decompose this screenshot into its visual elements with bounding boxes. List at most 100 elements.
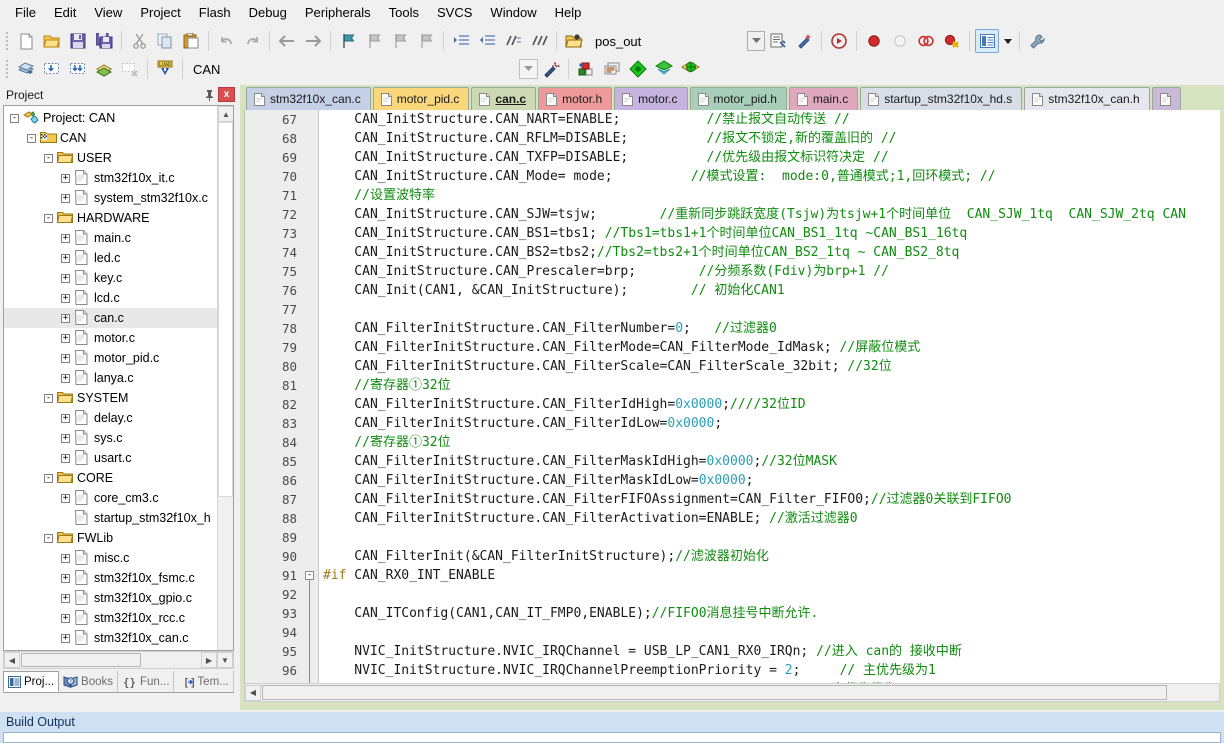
tree-item-lanya-c[interactable]: + lanya.c [4, 368, 218, 388]
target-folder-icon[interactable] [562, 29, 586, 53]
code-editor[interactable]: 67 CAN_InitStructure.CAN_NART=ENABLE; //… [244, 110, 1220, 683]
expand-icon[interactable]: + [61, 413, 70, 423]
download-icon[interactable]: LOAD [153, 57, 177, 81]
code-line[interactable]: 67 CAN_InitStructure.CAN_NART=ENABLE; //… [245, 110, 1220, 129]
tree-item-fwlib[interactable]: - FWLib [4, 528, 218, 548]
tree-item-stm32f10x-fsmc-c[interactable]: + stm32f10x_fsmc.c [4, 568, 218, 588]
editor-tab-motor-c[interactable]: motor.c [614, 87, 688, 110]
scroll-down-icon[interactable]: ▼ [217, 652, 233, 668]
menu-item-window[interactable]: Window [481, 2, 545, 23]
tree-item-startup-stm32f10x-h[interactable]: startup_stm32f10x_h [4, 508, 218, 528]
collapse-icon[interactable]: - [44, 153, 53, 163]
source-browse-dropdown-icon[interactable] [1001, 29, 1014, 53]
bookmark-next-icon[interactable] [388, 29, 412, 53]
tree-item-hardware[interactable]: - HARDWARE [4, 208, 218, 228]
collapse-icon[interactable]: - [44, 473, 53, 483]
pin-icon[interactable] [202, 87, 216, 102]
editor-tab-can-c[interactable]: can.c [471, 87, 537, 110]
collapse-icon[interactable]: - [44, 533, 53, 543]
open-file-icon[interactable] [40, 29, 64, 53]
tree-item-key-c[interactable]: + key.c [4, 268, 218, 288]
code-line[interactable]: 79 CAN_FilterInitStructure.CAN_FilterMod… [245, 338, 1220, 357]
menu-item-peripherals[interactable]: Peripherals [296, 2, 380, 23]
menu-item-svcs[interactable]: SVCS [428, 2, 481, 23]
save-icon[interactable] [66, 29, 90, 53]
expand-icon[interactable]: + [61, 373, 70, 383]
kill-all-breakpoints-icon[interactable] [914, 29, 938, 53]
code-line[interactable]: 71 //设置波特率 [245, 186, 1220, 205]
code-line[interactable]: 78 CAN_FilterInitStructure.CAN_FilterNum… [245, 319, 1220, 338]
code-line[interactable]: 75 CAN_InitStructure.CAN_Prescaler=brp; … [245, 262, 1220, 281]
code-line[interactable]: 89 [245, 528, 1220, 547]
code-line[interactable]: 93 CAN_ITConfig(CAN1,CAN_IT_FMP0,ENABLE)… [245, 604, 1220, 623]
expand-icon[interactable]: + [61, 433, 70, 443]
tree-item-delay-c[interactable]: + delay.c [4, 408, 218, 428]
pack-installer-icon[interactable] [600, 57, 624, 81]
navigate-forward-icon[interactable] [301, 29, 325, 53]
editor-tab-stm32f10x-can-c[interactable]: stm32f10x_can.c [246, 87, 371, 110]
project-select-dropdown[interactable] [519, 59, 538, 79]
expand-icon[interactable]: + [61, 173, 70, 183]
tree-item-stm32f10x-gpio-c[interactable]: + stm32f10x_gpio.c [4, 588, 218, 608]
navigate-back-icon[interactable] [275, 29, 299, 53]
project-tab-books[interactable]: ? Books [59, 671, 119, 692]
close-icon[interactable]: x [218, 87, 235, 102]
code-line[interactable]: 82 CAN_FilterInitStructure.CAN_FilterIdH… [245, 395, 1220, 414]
expand-icon[interactable]: + [61, 613, 70, 623]
new-file-icon[interactable] [14, 29, 38, 53]
code-line[interactable]: 76 CAN_Init(CAN1, &CAN_InitStructure); /… [245, 281, 1220, 300]
tree-item-main-c[interactable]: + main.c [4, 228, 218, 248]
disable-all-breakpoints-icon[interactable] [940, 29, 964, 53]
tree-item-system-stm32f10x-c[interactable]: + system_stm32f10x.c [4, 188, 218, 208]
expand-icon[interactable]: + [61, 353, 70, 363]
expand-icon[interactable]: + [61, 493, 70, 503]
manage-components-icon[interactable] [539, 57, 563, 81]
expand-icon[interactable]: + [61, 193, 70, 203]
code-hscroll-thumb[interactable] [262, 685, 1167, 700]
menu-item-edit[interactable]: Edit [45, 2, 85, 23]
target-options-icon[interactable] [766, 29, 790, 53]
fold-collapse-icon[interactable]: - [305, 571, 314, 580]
batch-build-icon[interactable] [92, 57, 116, 81]
redo-icon[interactable] [240, 29, 264, 53]
editor-tab-more[interactable] [1151, 87, 1181, 110]
manage-runtime-icon[interactable] [626, 57, 650, 81]
code-line[interactable]: 83 CAN_FilterInitStructure.CAN_FilterIdL… [245, 414, 1220, 433]
code-line[interactable]: 88 CAN_FilterInitStructure.CAN_FilterAct… [245, 509, 1220, 528]
scroll-right-icon[interactable]: ▶ [201, 652, 217, 668]
code-line[interactable]: 86 CAN_FilterInitStructure.CAN_FilterMas… [245, 471, 1220, 490]
disable-breakpoint-icon[interactable] [888, 29, 912, 53]
settings-wrench-icon[interactable] [1025, 29, 1049, 53]
menu-item-view[interactable]: View [85, 2, 131, 23]
paste-icon[interactable] [179, 29, 203, 53]
tree-item-system[interactable]: - SYSTEM [4, 388, 218, 408]
configuration-wizard-icon[interactable] [792, 29, 816, 53]
project-tree-hscrollbar[interactable]: ◀ ▶ ▼ [3, 651, 234, 669]
code-line[interactable]: 90 CAN_FilterInit(&CAN_FilterInitStructu… [245, 547, 1220, 566]
hscroll-thumb[interactable] [21, 653, 141, 667]
toolbar-grip-2[interactable] [3, 58, 11, 80]
tree-item-lcd-c[interactable]: + lcd.c [4, 288, 218, 308]
code-line[interactable]: 74 CAN_InitStructure.CAN_BS2=tbs2;//Tbs2… [245, 243, 1220, 262]
tree-item-sys-c[interactable]: + sys.c [4, 428, 218, 448]
environment-icon[interactable] [678, 57, 702, 81]
code-line[interactable]: 84 //寄存器①32位 [245, 433, 1220, 452]
outdent-icon[interactable] [475, 29, 499, 53]
bookmark-toggle-icon[interactable] [336, 29, 360, 53]
comment-icon[interactable] [501, 29, 525, 53]
editor-tab-startup-stm32f10x-hd-s[interactable]: startup_stm32f10x_hd.s [860, 87, 1023, 110]
tree-item-stm32f10x-rcc-c[interactable]: + stm32f10x_rcc.c [4, 608, 218, 628]
uncomment-icon[interactable] [527, 29, 551, 53]
collapse-icon[interactable]: - [27, 133, 36, 143]
editor-tab-motor-h[interactable]: motor.h [538, 87, 613, 110]
collapse-icon[interactable]: - [44, 213, 53, 223]
build-icon[interactable] [40, 57, 64, 81]
tree-item-stm32f10x-it-c[interactable]: + stm32f10x_it.c [4, 168, 218, 188]
scroll-up-icon[interactable]: ▲ [218, 106, 233, 122]
target-name-field[interactable]: pos_out [593, 34, 743, 49]
scroll-left-icon[interactable]: ◀ [4, 652, 20, 668]
project-tree-scrollbar[interactable]: ▲ [217, 106, 233, 650]
editor-hscrollbar[interactable]: ◀ [244, 683, 1220, 702]
debug-session-icon[interactable] [827, 29, 851, 53]
expand-icon[interactable]: + [61, 633, 70, 643]
